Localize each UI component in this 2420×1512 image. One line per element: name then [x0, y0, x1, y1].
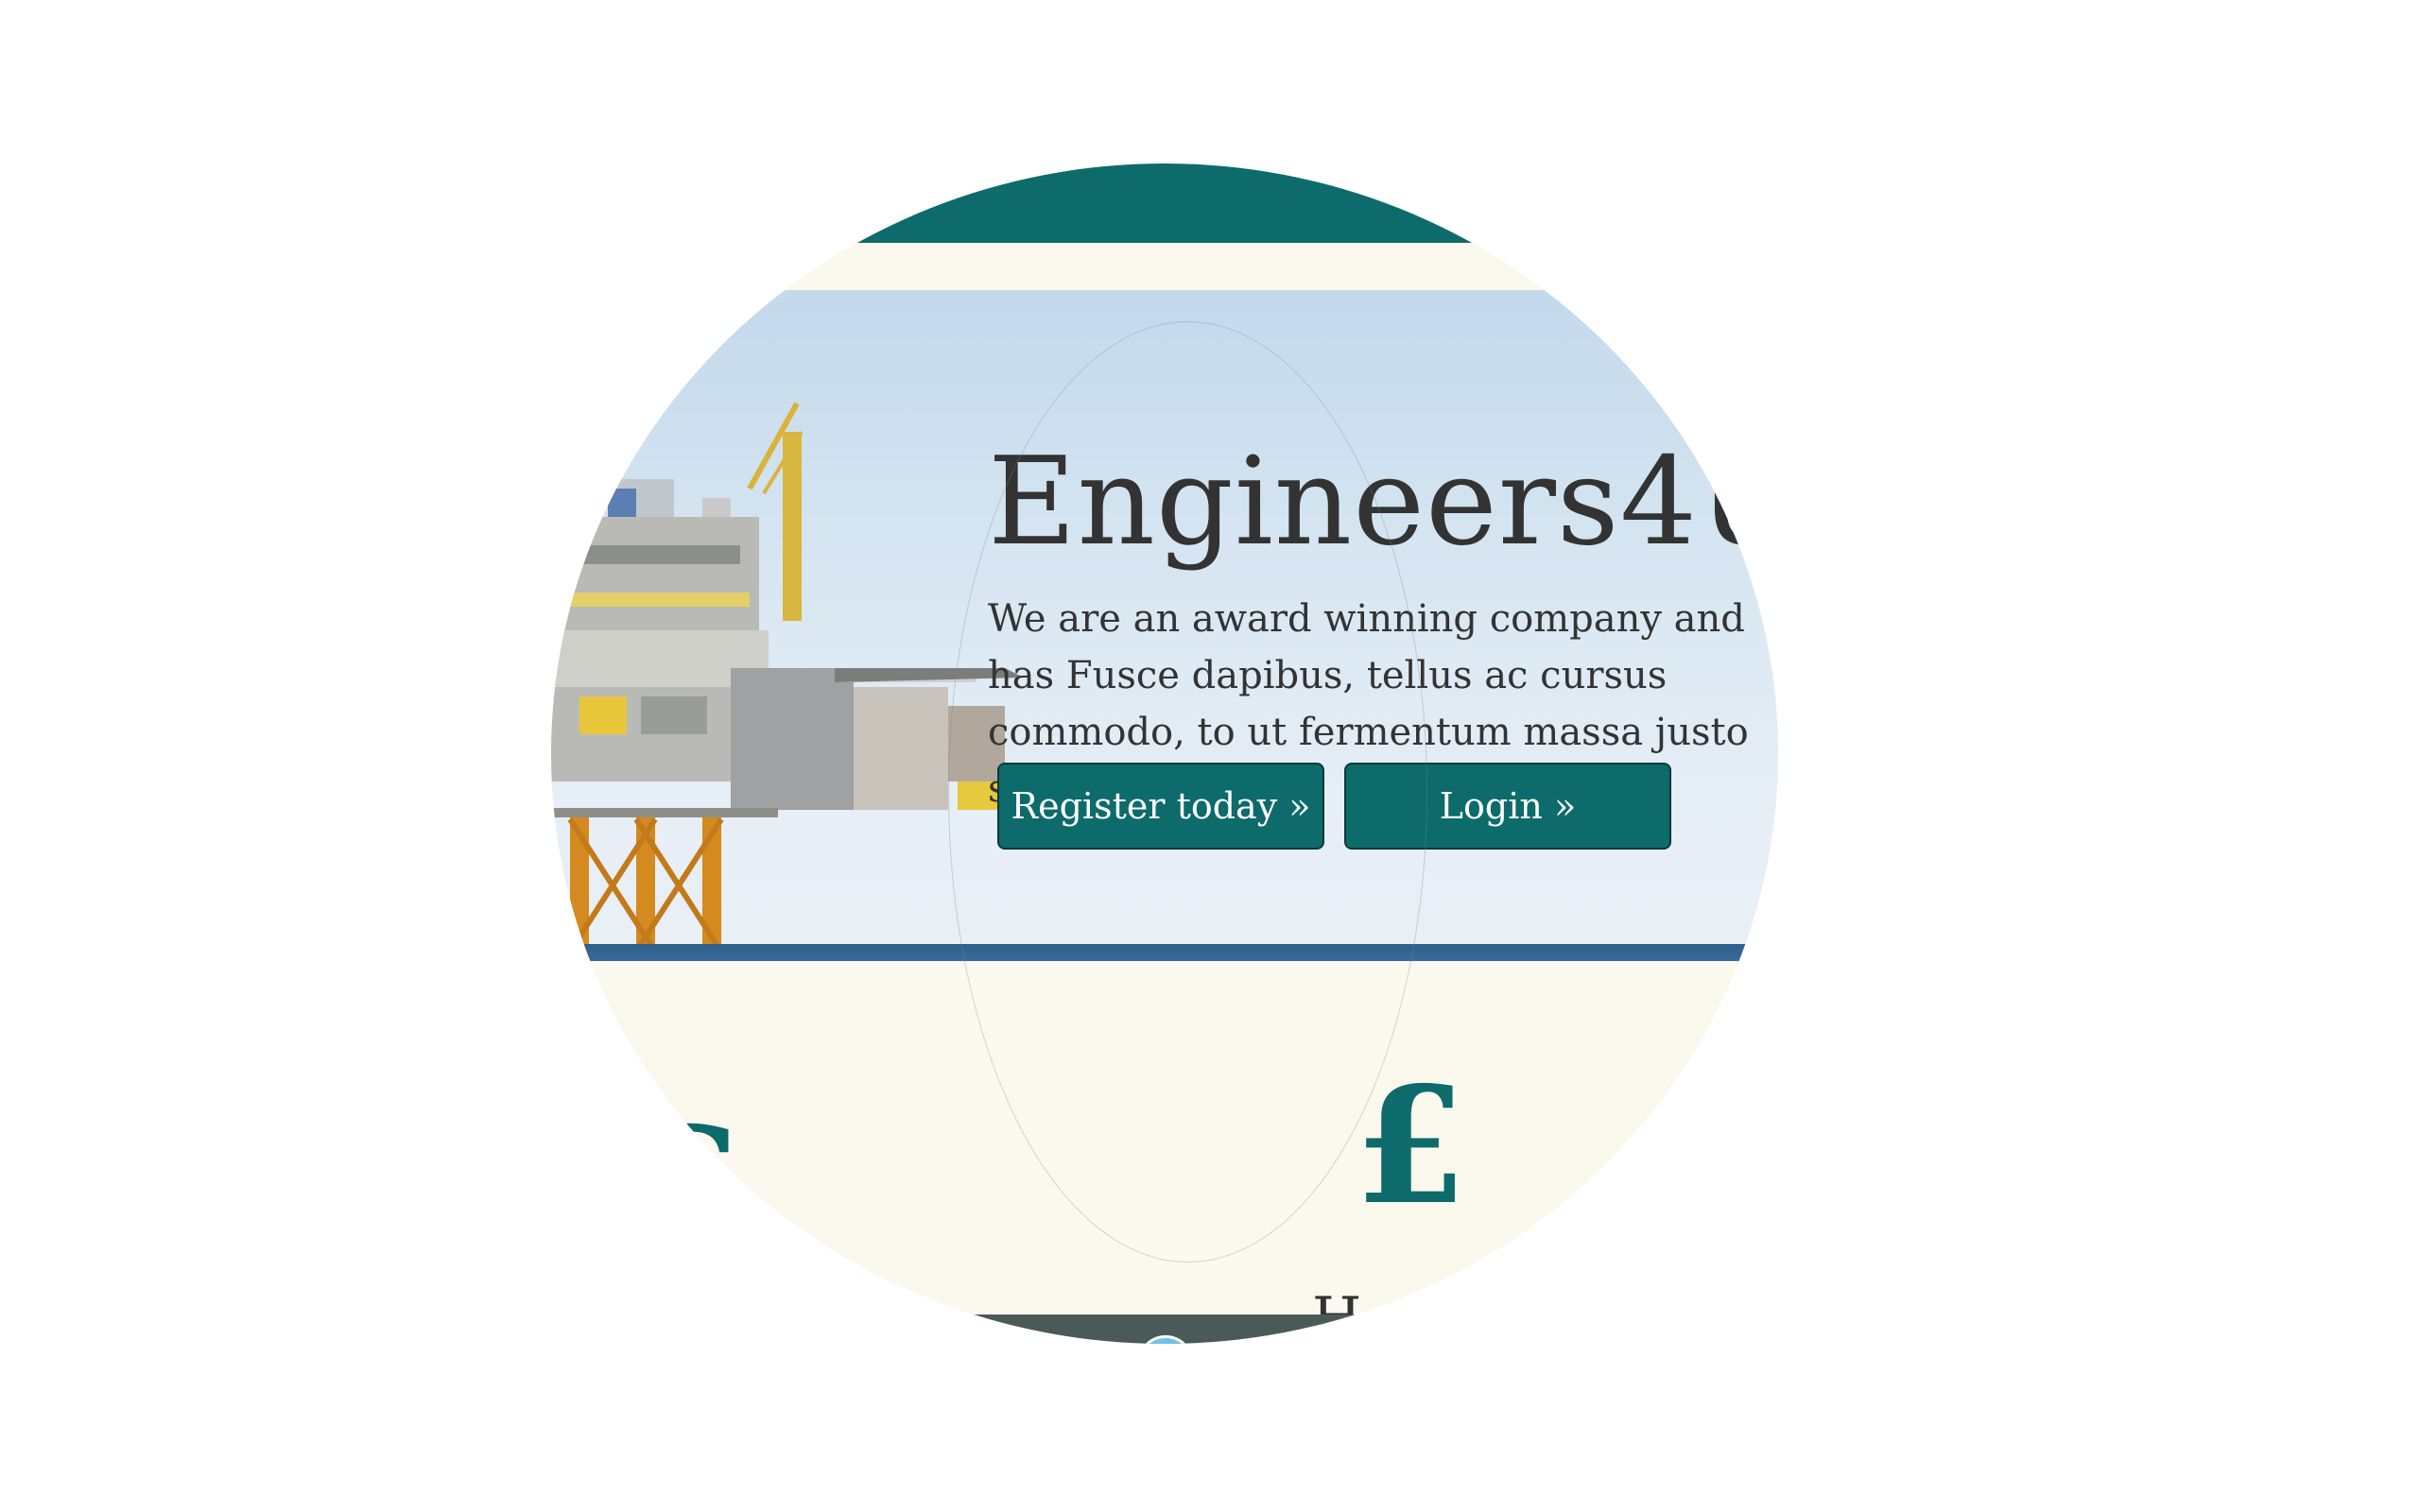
magnifier-lens: Engineers4U We are an award winning comp… — [551, 163, 1778, 1344]
top-navbar — [551, 163, 1778, 243]
header-spacer — [551, 243, 1778, 290]
lens-reflection-ring — [948, 321, 1427, 1263]
feature-icon-partial: S — [641, 1096, 744, 1263]
page-viewport: Engineers4U We are an award winning comp… — [551, 163, 1778, 1344]
